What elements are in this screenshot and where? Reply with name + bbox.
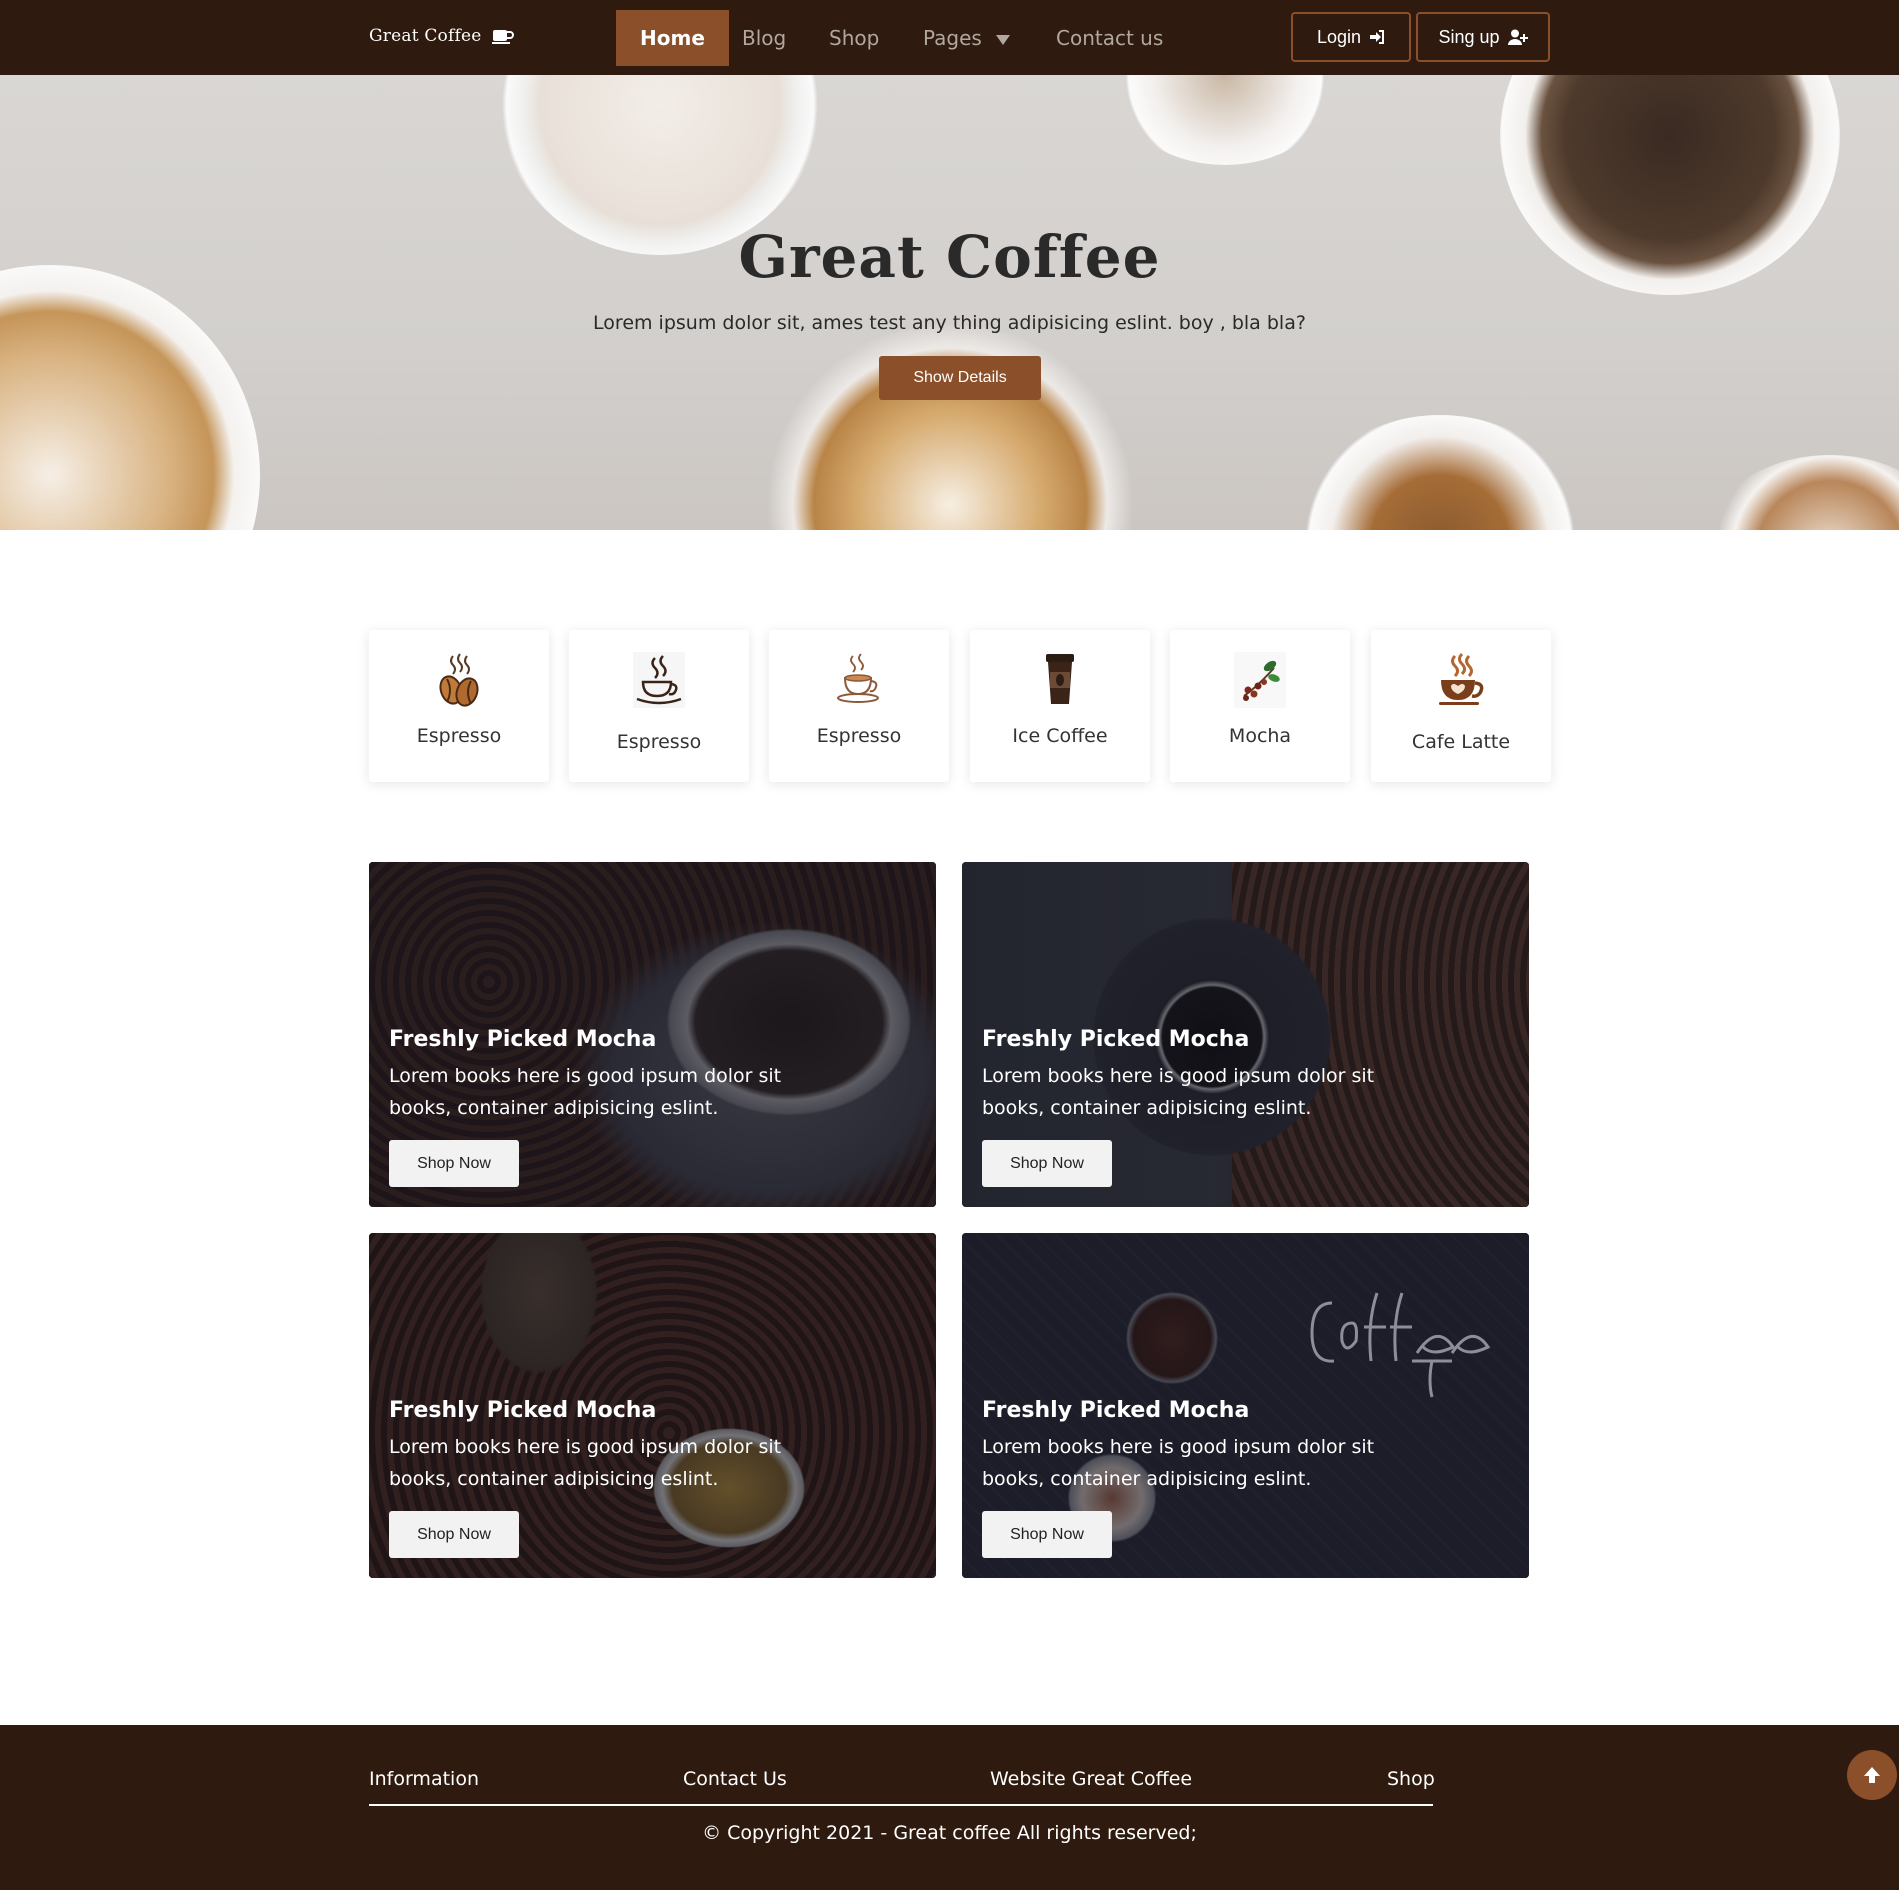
promo-card: Freshly Picked Mocha Lorem books here is… (369, 862, 936, 1207)
footer-divider (369, 1804, 1433, 1806)
shop-now-button[interactable]: Shop Now (982, 1511, 1112, 1558)
hero-bg-cup-top (1110, 75, 1340, 165)
nav-contact[interactable]: Contact us (1056, 10, 1163, 66)
scroll-to-top-button[interactable] (1847, 1750, 1897, 1800)
caret-down-icon (995, 34, 1010, 45)
promo-title: Freshly Picked Mocha (389, 1398, 657, 1423)
copyright-text: © Copyright 2021 - Great coffee All righ… (702, 1822, 1197, 1844)
category-card-cafe-latte[interactable]: Cafe Latte (1371, 630, 1551, 782)
sign-in-icon (1370, 30, 1385, 44)
footer-link-contact-us[interactable]: Contact Us (683, 1768, 787, 1790)
navbar: Great Coffee Home Blog Shop Pages Contac… (0, 0, 1899, 75)
category-card-espresso-saucer[interactable]: Espresso (769, 630, 949, 782)
promo-title: Freshly Picked Mocha (982, 1398, 1250, 1423)
nav-blog[interactable]: Blog (742, 10, 786, 66)
nav-pages[interactable]: Pages (923, 10, 1010, 66)
nav-home[interactable]: Home (616, 10, 729, 66)
category-label: Ice Coffee (1012, 725, 1108, 747)
takeaway-cup-icon (1046, 654, 1074, 704)
hero-bg-cup-latte-left (0, 265, 260, 530)
footer-link-information[interactable]: Information (369, 1768, 479, 1790)
shop-now-button[interactable]: Shop Now (982, 1140, 1112, 1187)
show-details-button[interactable]: Show Details (879, 356, 1041, 400)
login-label: Login (1316, 26, 1362, 47)
coffee-branch-icon (1234, 652, 1286, 708)
footer-link-shop[interactable]: Shop (1387, 1768, 1435, 1790)
signup-label: Sing up (1438, 26, 1500, 47)
brand-logo[interactable]: Great Coffee (369, 26, 514, 46)
category-card-espresso-cup[interactable]: Espresso (569, 630, 749, 782)
footer-link-website[interactable]: Website Great Coffee (990, 1768, 1192, 1790)
coffee-time-doodle (1310, 1292, 1491, 1398)
steaming-cup-icon (633, 652, 685, 708)
brand-name: Great Coffee (369, 26, 482, 46)
shop-now-button[interactable]: Shop Now (389, 1511, 519, 1558)
hero-section: Great Coffee Lorem ipsum dolor sit, ames… (0, 75, 1899, 530)
promo-text: Lorem books here is good ipsum dolor sit… (389, 1436, 782, 1490)
promo-text: Lorem books here is good ipsum dolor sit… (982, 1065, 1375, 1119)
user-plus-icon (1507, 29, 1528, 45)
category-label: Espresso (616, 731, 702, 753)
login-button[interactable]: Login (1291, 12, 1411, 62)
promo-card: Freshly Picked Mocha Lorem books here is… (962, 862, 1529, 1207)
hero-bg-cup-espresso (1290, 415, 1590, 530)
promo-text: Lorem books here is good ipsum dolor sit… (982, 1436, 1375, 1490)
promo-card: Freshly Picked Mocha Lorem books here is… (369, 1233, 936, 1578)
category-label: Espresso (816, 725, 902, 747)
signup-button[interactable]: Sing up (1416, 12, 1550, 62)
category-label: Espresso (416, 725, 502, 747)
category-card-ice-coffee[interactable]: Ice Coffee (970, 630, 1150, 782)
footer: Information Contact Us Website Great Cof… (0, 1725, 1899, 1890)
coffee-beans-icon (439, 653, 479, 707)
hero-title: Great Coffee (738, 223, 1161, 291)
arrow-up-icon (1864, 1767, 1880, 1783)
category-label: Cafe Latte (1411, 731, 1511, 753)
nav-shop[interactable]: Shop (829, 10, 879, 66)
hero-bg-cup-right (1700, 455, 1899, 530)
promo-card: Freshly Picked Mocha Lorem books here is… (962, 1233, 1529, 1578)
promo-text: Lorem books here is good ipsum dolor sit… (389, 1065, 782, 1119)
category-label: Mocha (1228, 725, 1292, 747)
category-card-mocha[interactable]: Mocha (1170, 630, 1350, 782)
nav-pages-label: Pages (923, 26, 982, 50)
hero-subtitle: Lorem ipsum dolor sit, ames test any thi… (593, 312, 1306, 334)
coffee-cup-icon (491, 30, 514, 44)
latte-cup-icon (1439, 652, 1484, 705)
promo-title: Freshly Picked Mocha (982, 1027, 1250, 1052)
promo-title: Freshly Picked Mocha (389, 1027, 657, 1052)
shop-now-button[interactable]: Shop Now (389, 1140, 519, 1187)
cup-saucer-icon (837, 653, 879, 703)
category-card-espresso-beans[interactable]: Espresso (369, 630, 549, 782)
